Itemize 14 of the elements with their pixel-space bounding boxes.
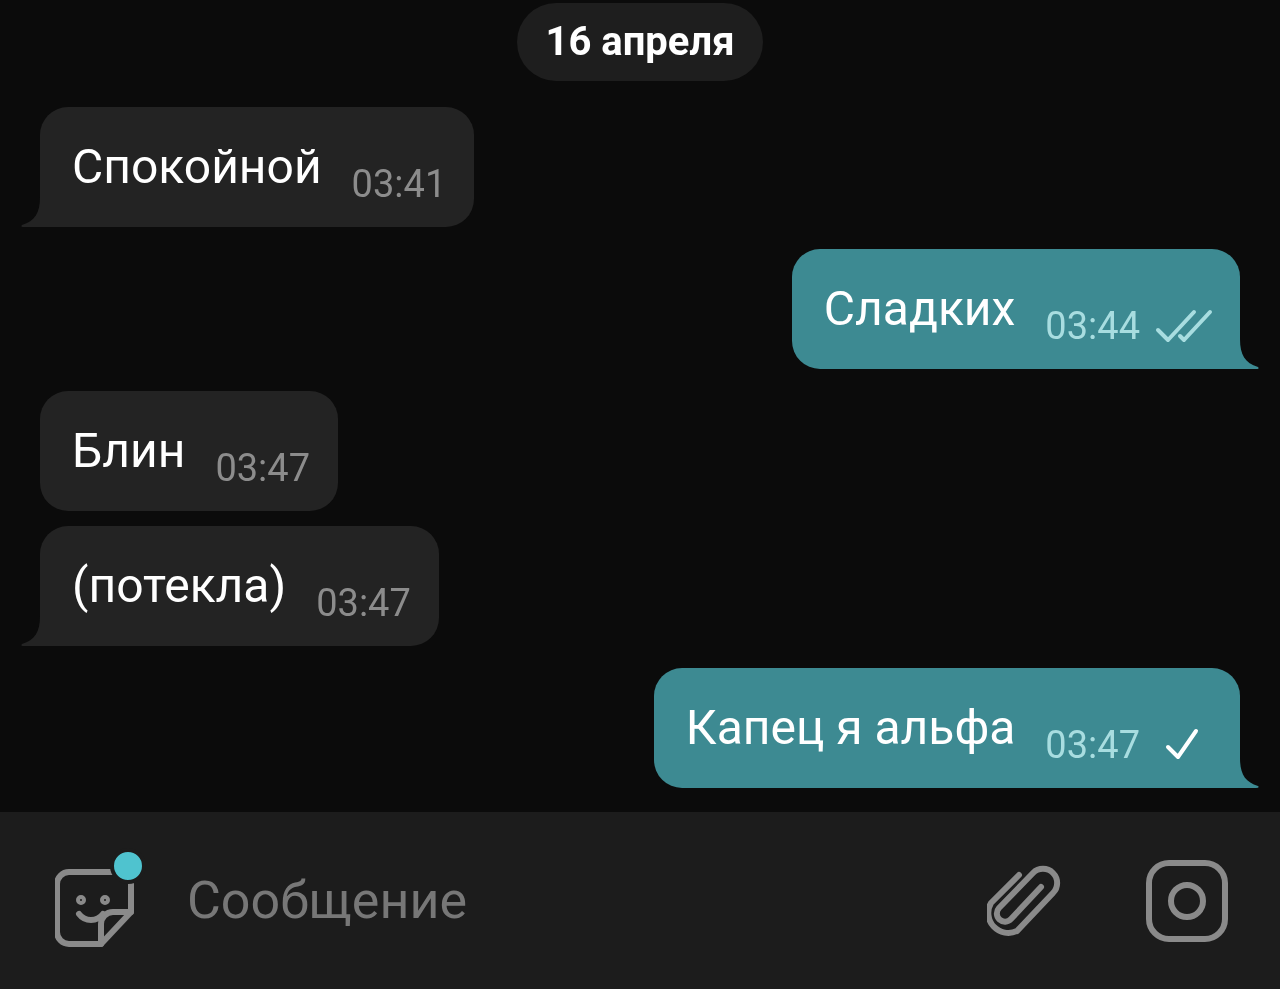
message-text: Блин <box>72 421 186 481</box>
message-text: Спокойной <box>72 137 322 197</box>
message-time: 03:47 <box>1045 721 1140 769</box>
message-input[interactable]: Сообщение <box>187 861 987 940</box>
camera-icon[interactable] <box>1146 859 1228 942</box>
message-time: 03:47 <box>316 579 411 627</box>
message-text: Сладких <box>823 279 1016 339</box>
sticker-icon[interactable] <box>55 867 135 948</box>
message-time: 03:47 <box>215 444 311 492</box>
message-text: Капец я альфа <box>685 698 1016 758</box>
message-time: 03:41 <box>351 160 447 208</box>
message-time: 03:44 <box>1045 302 1140 350</box>
date-label: 16 апреля <box>517 3 763 81</box>
message-text: (потекла) <box>72 556 287 616</box>
